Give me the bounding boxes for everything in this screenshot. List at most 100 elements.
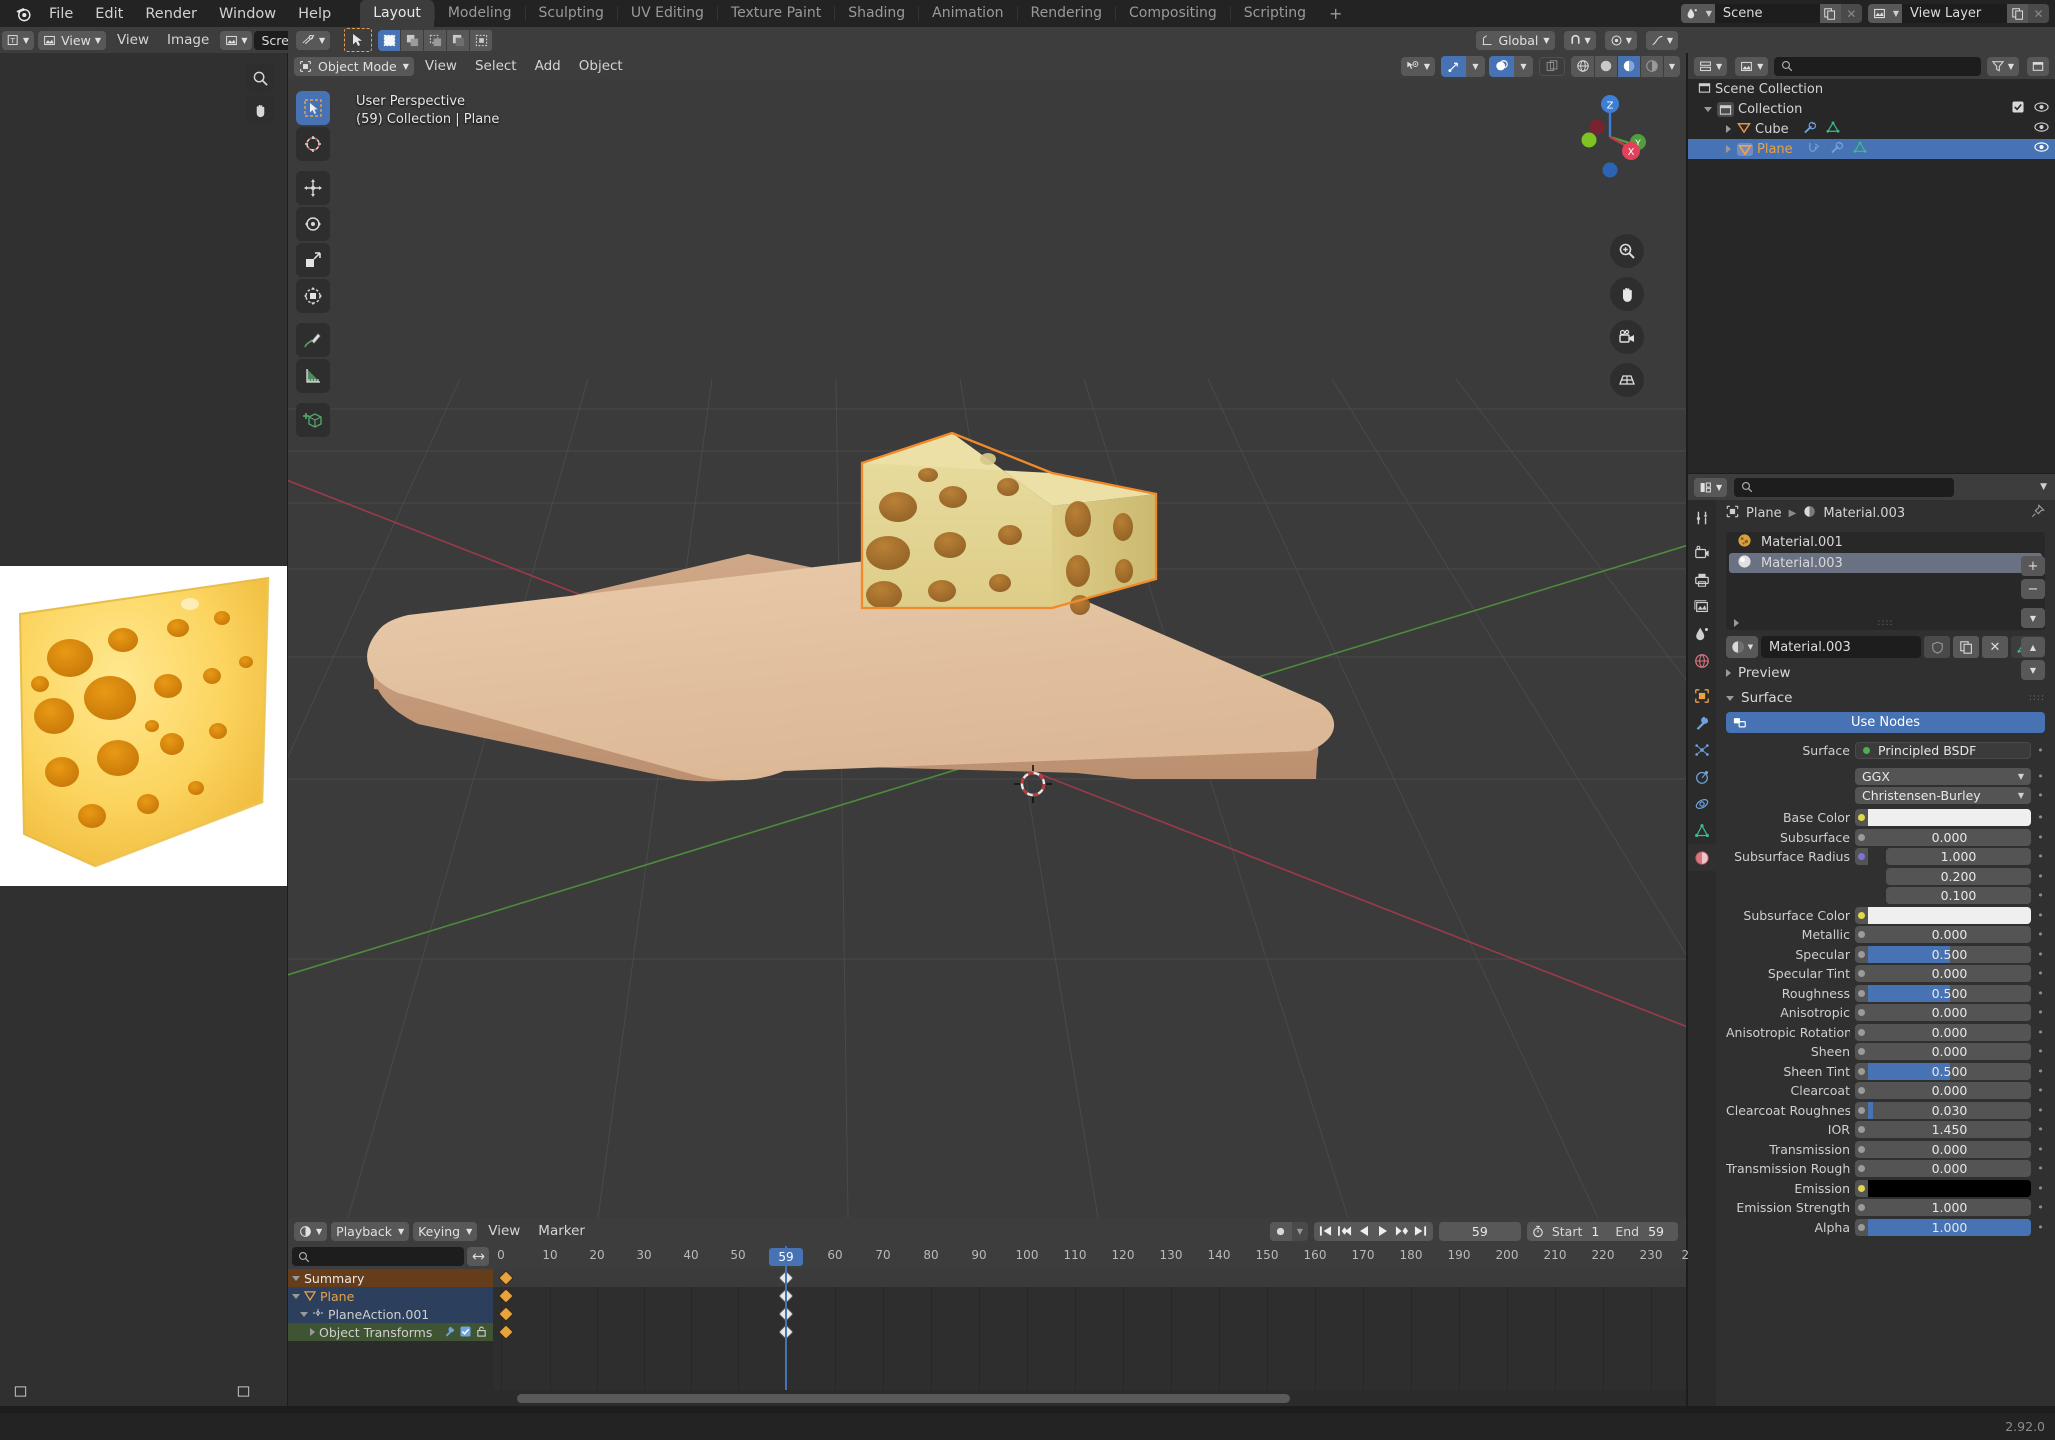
channel-summary[interactable]: Summary (288, 1269, 493, 1287)
animate-property-dot[interactable]: • (2036, 770, 2045, 783)
filter-button[interactable]: ▼ (1986, 56, 2019, 76)
input-socket[interactable] (1855, 848, 1868, 865)
pan-hand-tool[interactable] (245, 95, 275, 125)
image-menu-view[interactable]: View (108, 31, 158, 50)
falloff-curve-button[interactable]: ▼ (1645, 30, 1678, 50)
param-slider-y[interactable]: 0.200 (1886, 867, 2031, 885)
auto-keying-button[interactable] (1269, 1221, 1292, 1241)
param-slider[interactable]: 0.000 (1868, 1043, 2031, 1060)
chevron-down-icon[interactable]: ▼ (1514, 55, 1533, 77)
animate-property-dot[interactable]: • (2036, 909, 2045, 922)
input-socket[interactable] (1855, 1199, 1868, 1216)
material-slot-list[interactable]: Material.001 Material.003 :::: (1726, 532, 2045, 630)
param-slider[interactable]: 0.000 (1868, 1160, 2031, 1177)
active-tool-settings-button[interactable]: ▼ (296, 30, 331, 50)
browse-material-button[interactable]: ▼ (1726, 636, 1758, 658)
scene-selector[interactable]: ▼ Scene ✕ (1680, 4, 1862, 23)
object-data-icon[interactable] (1688, 817, 1716, 844)
slot-list-grip[interactable]: :::: (1726, 618, 2045, 628)
current-frame-field[interactable]: 59 (1438, 1221, 1521, 1241)
param-slider[interactable]: 1.000 (1868, 1199, 2031, 1216)
move-tool[interactable] (296, 171, 330, 205)
section-header-surface[interactable]: Surface :::: (1716, 688, 2055, 708)
input-socket[interactable] (1855, 1179, 1868, 1197)
keyframe[interactable] (498, 1324, 514, 1340)
chevron-down-icon[interactable]: ▼ (1291, 1221, 1308, 1241)
modifier-wrench-icon[interactable] (444, 1325, 455, 1340)
start-frame-value[interactable]: 1 (1591, 1224, 1615, 1239)
annotate-tool[interactable] (296, 323, 330, 357)
scene-icon[interactable] (1680, 4, 1705, 23)
resize-grip-icon[interactable]: :::: (1877, 618, 1893, 628)
input-socket[interactable] (1855, 1062, 1868, 1080)
animate-property-dot[interactable]: • (2036, 1104, 2045, 1117)
param-slider[interactable]: 0.500 (1868, 1062, 2031, 1080)
viewport-menu-add[interactable]: Add (526, 57, 570, 76)
outliner-row-plane[interactable]: Plane (1688, 139, 2055, 159)
surface-shader-field[interactable]: Principled BSDF (1855, 741, 2031, 759)
param-slider[interactable]: 0.000 (1868, 1082, 2031, 1099)
breadcrumb-object[interactable]: Plane (1746, 506, 1782, 521)
outliner-row-collection[interactable]: Collection (1688, 99, 2055, 119)
menu-help[interactable]: Help (287, 2, 342, 26)
outliner-search-input[interactable] (1774, 56, 1981, 76)
physics-icon[interactable] (1688, 763, 1716, 790)
select-set-icon[interactable] (378, 29, 402, 51)
viewport-menu-select[interactable]: Select (466, 57, 526, 76)
image-menu-image[interactable]: Image (158, 31, 218, 50)
chevron-down-icon[interactable] (300, 1311, 308, 1317)
dopesheet-menu-marker[interactable]: Marker (529, 1222, 594, 1241)
scrollbar-thumb[interactable] (516, 1394, 1290, 1403)
workspace-tab-animation[interactable]: Animation (919, 0, 1016, 27)
shading-solid-button[interactable] (1594, 55, 1617, 77)
zoom-tool[interactable] (245, 63, 275, 93)
properties-search-input[interactable] (1734, 477, 1955, 497)
modifier-wrench-icon[interactable] (1830, 141, 1844, 158)
keyframe-row-plane[interactable] (493, 1287, 1686, 1305)
animation-icon[interactable] (1807, 141, 1821, 158)
unlink-scene-button[interactable]: ✕ (1840, 4, 1862, 23)
output-icon[interactable] (1688, 566, 1716, 593)
keyframe[interactable] (498, 1306, 514, 1322)
modifier-wrench-icon[interactable] (1803, 121, 1817, 138)
param-slider[interactable]: 0.000 (1868, 1004, 2031, 1021)
playhead-line[interactable] (785, 1269, 787, 1390)
param-color-swatch[interactable] (1868, 906, 2031, 924)
input-socket[interactable] (1855, 906, 1868, 924)
remove-slot-button[interactable]: − (2021, 579, 2045, 599)
pin-icon[interactable] (2031, 504, 2045, 522)
param-slider-x[interactable]: 1.000 (1886, 848, 2031, 865)
snap-magnet-button[interactable]: ▼ (1563, 30, 1596, 50)
input-socket[interactable] (1855, 809, 1868, 826)
blender-logo-icon[interactable] (8, 3, 38, 25)
jump-to-next-keyframe-button[interactable] (1393, 1225, 1411, 1237)
animate-property-dot[interactable]: • (2036, 1084, 2045, 1097)
jump-to-prev-keyframe-button[interactable] (1336, 1225, 1354, 1237)
animate-property-dot[interactable]: • (2036, 1221, 2045, 1234)
workspace-tab-sculpting[interactable]: Sculpting (526, 0, 617, 27)
material-slot-item[interactable]: Material.001 (1729, 532, 2042, 552)
measure-tool[interactable] (296, 359, 330, 393)
pan-hand-icon[interactable] (1610, 277, 1644, 311)
chevron-right-icon[interactable] (1726, 145, 1731, 153)
animate-property-dot[interactable]: • (2036, 1123, 2045, 1136)
select-invert-icon[interactable] (447, 29, 471, 51)
input-socket[interactable] (1855, 1160, 1868, 1177)
unlink-material-button[interactable]: ✕ (1982, 636, 2008, 658)
playback-menu[interactable]: Playback ▼ (331, 1221, 410, 1241)
workspace-tab-texture-paint[interactable]: Texture Paint (718, 0, 834, 27)
keyframe-row-transforms[interactable] (493, 1323, 1686, 1341)
chevron-down-icon[interactable]: ▼ (1663, 55, 1680, 77)
input-socket[interactable] (1855, 1004, 1868, 1021)
param-color-swatch[interactable] (1868, 809, 2031, 826)
editor-corner-icon[interactable] (14, 1385, 27, 1402)
param-slider[interactable]: 0.500 (1868, 984, 2031, 1002)
animate-property-dot[interactable]: • (2036, 1045, 2045, 1058)
material-name-field[interactable]: Material.003 (1761, 636, 1921, 658)
chevron-down-icon[interactable] (292, 1293, 300, 1299)
image-browse-button[interactable]: ▼ (220, 30, 253, 50)
move-slot-down-button[interactable]: ▼ (2021, 660, 2045, 680)
input-socket[interactable] (1855, 984, 1868, 1002)
param-slider[interactable]: 0.000 (1868, 1140, 2031, 1158)
mesh-data-icon[interactable] (1826, 120, 1840, 138)
